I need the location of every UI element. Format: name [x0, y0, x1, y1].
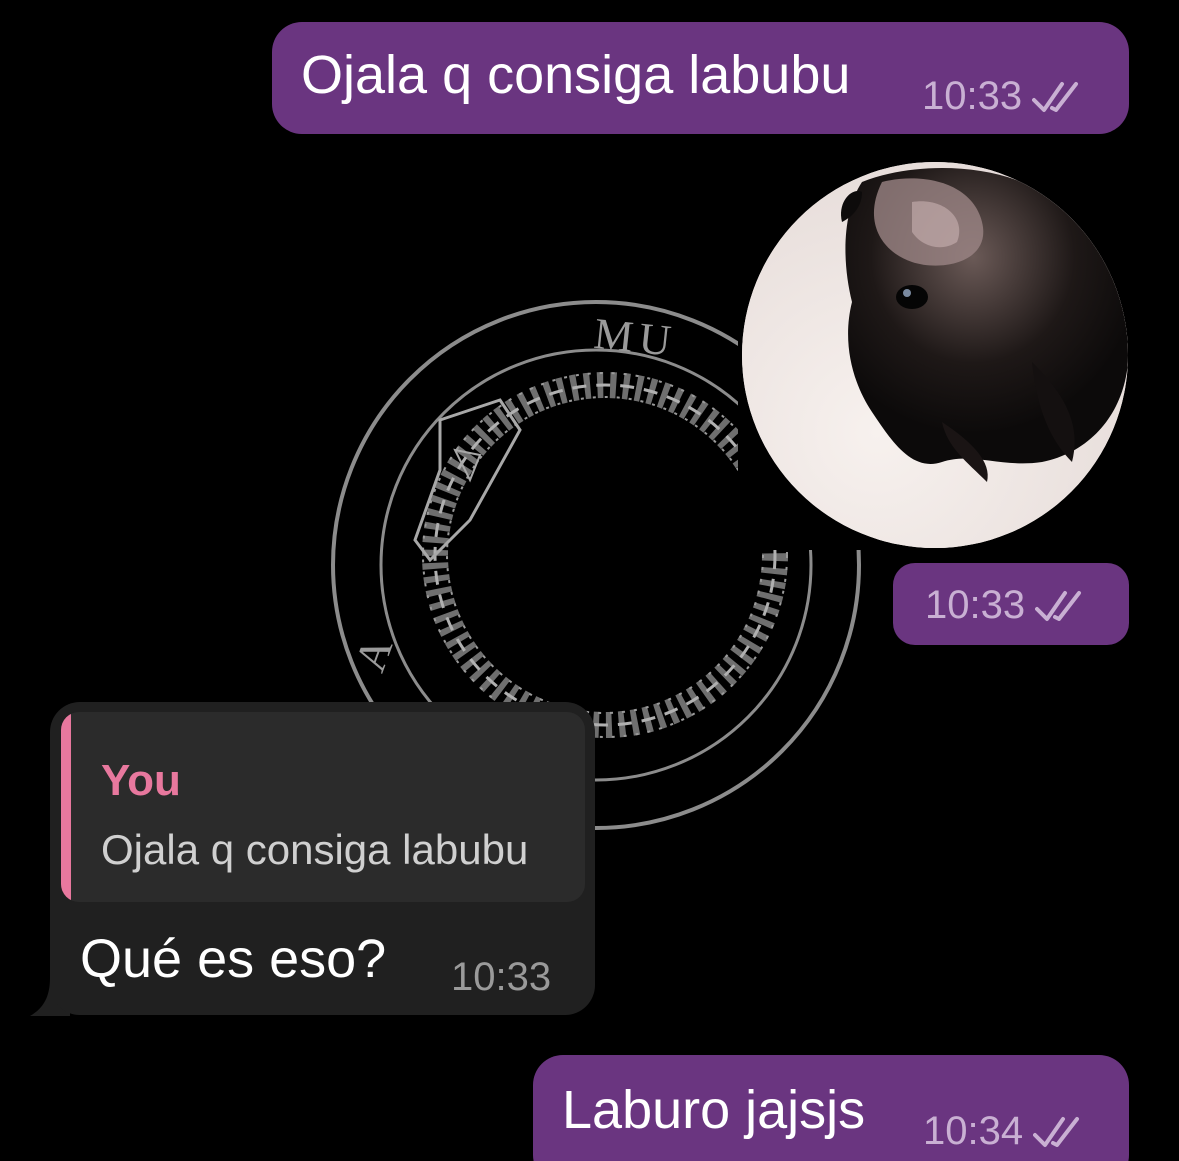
reply-quote[interactable]: You Ojala q consiga labubu — [61, 712, 585, 902]
video-thumbnail-creature — [742, 162, 1128, 548]
message-time: 10:34 — [923, 1109, 1024, 1153]
video-message[interactable] — [738, 160, 1131, 550]
message-time: 10:33 — [922, 74, 1023, 118]
message-time: 10:33 — [451, 955, 552, 999]
message-time: 10:33 — [925, 583, 1026, 627]
reply-author: You — [101, 756, 181, 805]
message-meta: 10:34 — [923, 1109, 1089, 1154]
message-meta: 10:33 — [922, 74, 1088, 119]
reply-quoted-text: Ojala q consiga labubu — [101, 826, 529, 873]
double-check-icon — [1035, 590, 1082, 621]
video-message-circle[interactable] — [742, 162, 1128, 548]
message-text: Laburo jajsjs — [562, 1080, 866, 1140]
outgoing-video-meta-bubble: 10:33 — [893, 563, 1129, 645]
incoming-message-bubble[interactable]: You Ojala q consiga labubu Qué es eso? 1… — [50, 702, 595, 1015]
wallpaper-letters-top: MU — [591, 308, 680, 367]
outgoing-message-bubble[interactable]: Laburo jajsjs 10:34 — [533, 1055, 1129, 1161]
message-text: Ojala q consiga labubu — [301, 45, 851, 105]
message-text: Qué es eso? — [80, 929, 387, 989]
chat-screen: MU A Ojala q consiga labubu 10:33 10:33 … — [0, 0, 1179, 1161]
message-meta: 10:33 — [925, 583, 1091, 628]
double-check-icon — [1032, 81, 1079, 112]
reply-accent-bar — [61, 712, 71, 902]
double-check-icon — [1033, 1116, 1080, 1147]
outgoing-message-bubble[interactable]: Ojala q consiga labubu 10:33 — [272, 22, 1129, 134]
